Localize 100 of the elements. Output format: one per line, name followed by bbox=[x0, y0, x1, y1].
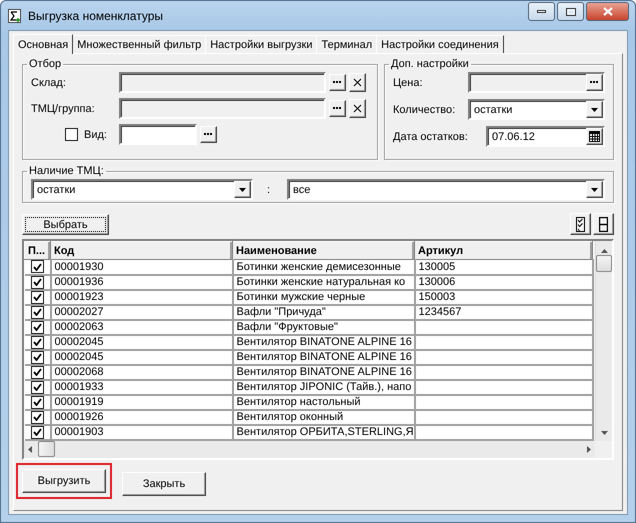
row-checkbox[interactable] bbox=[30, 410, 44, 424]
scroll-right-icon bbox=[587, 446, 591, 452]
scroll-thumb[interactable] bbox=[596, 255, 612, 272]
checkbox-label: Вид: bbox=[84, 128, 107, 140]
scroll-left-icon bbox=[28, 446, 32, 452]
dropdown-value: все bbox=[292, 184, 312, 196]
table-cell: 00002045 bbox=[54, 351, 104, 363]
table-cell: 00001930 bbox=[54, 260, 104, 273]
table-cell: 00001919 bbox=[54, 396, 104, 408]
price-field[interactable] bbox=[468, 72, 605, 93]
ellipsis-icon bbox=[333, 107, 342, 110]
field-label: Количество: bbox=[393, 104, 456, 116]
scroll-up-icon bbox=[600, 249, 608, 253]
table-cell: Вентилятор BINATONE ALPINE 16 bbox=[236, 366, 412, 378]
ellipsis-icon bbox=[204, 133, 213, 136]
group-title: Наличие ТМЦ: bbox=[28, 165, 105, 177]
horizontal-scrollbar[interactable] bbox=[24, 440, 595, 458]
caret-icon bbox=[591, 108, 598, 112]
ellipsis-icon bbox=[590, 81, 599, 84]
dropdown-button[interactable] bbox=[586, 181, 603, 198]
table-cell: Вентилятор настольный bbox=[236, 396, 361, 408]
table-cell: 00002027 bbox=[54, 306, 104, 318]
checkbox[interactable] bbox=[65, 128, 78, 141]
table-cell: 130005 bbox=[418, 260, 456, 273]
vertical-scrollbar[interactable] bbox=[595, 241, 612, 440]
minimize-button[interactable] bbox=[528, 2, 555, 21]
column-header[interactable]: П... bbox=[24, 242, 50, 260]
goods-group-field[interactable] bbox=[119, 98, 326, 119]
maximize-button[interactable] bbox=[557, 2, 584, 21]
view-field[interactable] bbox=[119, 124, 197, 145]
dropdown-value: остатки bbox=[473, 104, 514, 116]
row-checkbox[interactable] bbox=[30, 290, 44, 304]
table-cell: 00001936 bbox=[54, 276, 104, 288]
tab[interactable]: Основная bbox=[13, 34, 74, 54]
uncheck-all-button[interactable] bbox=[593, 213, 614, 235]
tab[interactable]: Множественный фильтр bbox=[72, 35, 206, 53]
date-value: 07.06.12 bbox=[491, 130, 536, 142]
table-cell: 00001903 bbox=[54, 426, 104, 438]
scroll-down-icon bbox=[600, 430, 608, 434]
group-title: Доп. настройки bbox=[390, 58, 470, 70]
row-checkbox[interactable] bbox=[30, 426, 44, 438]
table-cell: 00002063 bbox=[54, 321, 104, 333]
clear-icon bbox=[353, 104, 362, 113]
minimize-icon bbox=[537, 10, 546, 13]
table-cell: Вентилятор JIPONIC (Тайв.), напо bbox=[236, 381, 412, 393]
row-checkbox[interactable] bbox=[30, 306, 44, 318]
column-header[interactable]: Наименование bbox=[232, 242, 414, 260]
clear-button[interactable] bbox=[349, 99, 366, 118]
row-checkbox[interactable] bbox=[30, 380, 44, 394]
table-cell: 00002068 bbox=[54, 366, 104, 378]
quantity-dropdown[interactable]: остатки bbox=[468, 99, 605, 120]
maximize-icon bbox=[566, 8, 576, 16]
browse-button[interactable] bbox=[586, 74, 603, 91]
browse-button[interactable] bbox=[329, 100, 346, 117]
window-title: Выгрузка номенклатуры bbox=[28, 8, 164, 22]
table-cell: Вентилятор BINATONE ALPINE 16 bbox=[236, 351, 412, 363]
tab[interactable]: Настройки выгрузки bbox=[205, 35, 318, 53]
tab[interactable]: Терминал bbox=[316, 35, 378, 53]
group-title: Отбор bbox=[28, 58, 62, 70]
table-cell: 00001926 bbox=[54, 411, 104, 423]
row-checkbox[interactable] bbox=[30, 260, 44, 274]
browse-button[interactable] bbox=[329, 74, 346, 91]
field-label: Склад: bbox=[31, 76, 67, 88]
ellipsis-icon bbox=[333, 81, 342, 84]
warehouse-field[interactable] bbox=[119, 72, 326, 93]
dropdown-button[interactable] bbox=[234, 181, 251, 198]
table-cell: Вафли "Причуда" bbox=[236, 306, 326, 318]
table-cell: Ботинки мужские черные bbox=[236, 291, 366, 303]
select-button[interactable]: Выбрать bbox=[22, 214, 109, 235]
tab[interactable]: Настройки соединения bbox=[376, 35, 504, 53]
empty-boxes-icon bbox=[599, 216, 608, 232]
clear-button[interactable] bbox=[349, 73, 366, 92]
check-all-button[interactable] bbox=[570, 213, 591, 235]
date-field[interactable]: 07.06.12 bbox=[486, 126, 605, 147]
row-checkbox[interactable] bbox=[30, 336, 44, 348]
row-checkbox[interactable] bbox=[30, 276, 44, 288]
caret-icon bbox=[591, 188, 598, 192]
row-checkbox[interactable] bbox=[30, 396, 44, 408]
availability-dropdown[interactable]: остатки bbox=[31, 179, 253, 200]
dropdown-button[interactable] bbox=[586, 101, 603, 118]
column-header[interactable]: Артикул bbox=[414, 242, 592, 260]
table-cell: Вентилятор ОРБИТА,STERLING,Я bbox=[236, 426, 414, 438]
row-checkbox[interactable] bbox=[30, 320, 44, 334]
table-cell: 130006 bbox=[418, 276, 456, 288]
dropdown-value: остатки bbox=[36, 184, 76, 196]
table-cell: Вентилятор BINATONE ALPINE 16 bbox=[236, 336, 412, 348]
field-label: Дата остатков: bbox=[393, 130, 468, 142]
table-cell: 150003 bbox=[418, 291, 456, 303]
action-button[interactable]: Выгрузить bbox=[22, 468, 106, 492]
close-button[interactable] bbox=[586, 2, 629, 21]
column-header[interactable]: Код bbox=[50, 242, 232, 260]
row-checkbox[interactable] bbox=[30, 350, 44, 364]
field-label: ТМЦ/группа: bbox=[31, 102, 96, 114]
row-checkbox[interactable] bbox=[30, 366, 44, 378]
availability-dropdown[interactable]: все bbox=[287, 179, 605, 200]
table-cell: 00002045 bbox=[54, 336, 104, 348]
browse-button[interactable] bbox=[200, 126, 217, 143]
calendar-button[interactable] bbox=[586, 128, 603, 145]
scroll-thumb[interactable] bbox=[38, 441, 55, 457]
action-button[interactable]: Закрыть bbox=[122, 472, 206, 496]
